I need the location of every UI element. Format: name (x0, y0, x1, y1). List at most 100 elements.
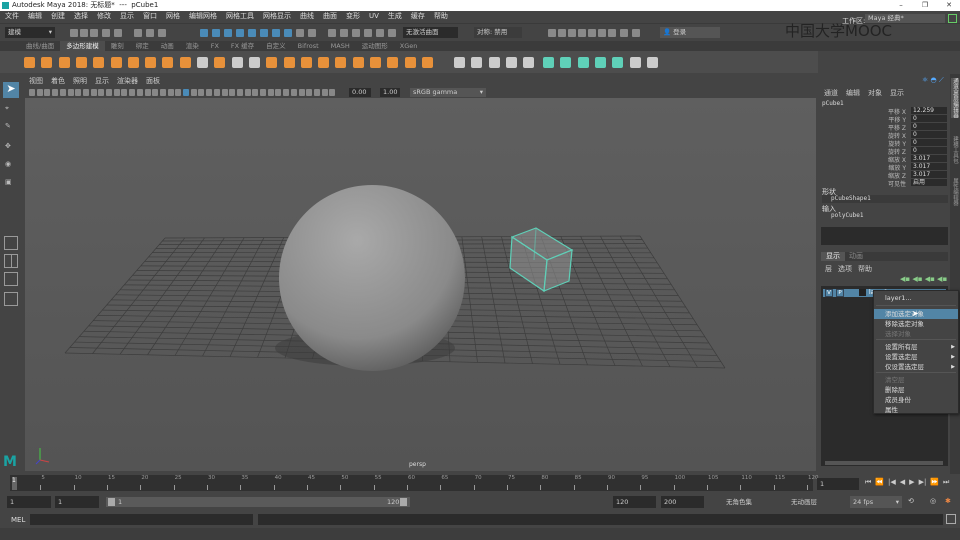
shelf-tool-icon[interactable] (179, 57, 191, 68)
menu-item[interactable]: 选择 (74, 11, 88, 22)
shelf-tool-icon[interactable] (577, 57, 589, 68)
status-tool-icon[interactable] (598, 29, 606, 37)
shelf-tool-icon[interactable] (370, 57, 381, 68)
ctx-menu-item[interactable]: 成员身份 (874, 395, 958, 405)
shelf-tool-icon[interactable] (404, 57, 416, 68)
menu-item[interactable]: 显示 (120, 11, 134, 22)
select-tool-icon[interactable]: ➤ (3, 82, 19, 98)
shelf-tab[interactable]: FX (205, 41, 225, 51)
viewport-tool-icon[interactable] (190, 89, 197, 96)
status-tool-icon[interactable] (388, 29, 396, 37)
close-button[interactable]: ✕ (938, 0, 960, 11)
viewport-tool-icon[interactable] (183, 89, 189, 96)
playback-toggle[interactable]: P (836, 289, 844, 297)
viewport-tool-icon[interactable] (82, 89, 89, 96)
viewport-tool-icon[interactable] (275, 89, 282, 96)
shelf-tool-icon[interactable] (127, 57, 139, 68)
range-slider[interactable]: 1 120 (106, 497, 410, 507)
menu-item[interactable]: 曲面 (323, 11, 337, 22)
shelf-tool-icon[interactable] (41, 57, 53, 68)
status-tool-icon[interactable] (376, 29, 384, 37)
menu-item[interactable]: 网格工具 (226, 11, 254, 22)
viewport-tool-icon[interactable] (244, 89, 251, 96)
status-tool-icon[interactable] (296, 29, 304, 37)
viewport-tool-icon[interactable] (175, 89, 182, 96)
viewport-tool-icon[interactable] (260, 89, 266, 96)
shelf-tool-icon[interactable] (58, 57, 70, 68)
channel-menu-item[interactable]: 编辑 (846, 88, 860, 98)
shelf-tool-icon[interactable] (248, 57, 260, 68)
input-node[interactable]: polyCube1 (831, 212, 864, 219)
exposure-field[interactable]: 0.00 (349, 88, 371, 97)
gamma-field[interactable]: 1.00 (380, 88, 400, 97)
current-time-marker[interactable]: 1 (12, 477, 17, 490)
shelf-tool-icon[interactable] (110, 57, 122, 68)
viewport-tool-icon[interactable] (206, 89, 213, 96)
viewport-tool-icon[interactable] (221, 89, 228, 96)
viewport-tool-icon[interactable] (98, 89, 105, 96)
viewport-menu-item[interactable]: 面板 (146, 76, 160, 86)
playback-button-icon[interactable]: ◀ (900, 478, 905, 487)
viewport-tool-icon[interactable] (113, 89, 120, 96)
shelf-tool-icon[interactable] (318, 57, 330, 68)
status-tool-icon[interactable] (608, 29, 616, 37)
status-tool-icon[interactable] (158, 29, 166, 37)
shelf-tool-icon[interactable] (197, 57, 208, 68)
menu-item[interactable]: 帮助 (434, 11, 448, 22)
viewport-tool-icon[interactable] (90, 89, 97, 96)
shelf-tool-icon[interactable] (24, 57, 35, 68)
shelf-tab[interactable]: 渲染 (180, 41, 205, 51)
status-tool-icon[interactable] (558, 29, 566, 37)
channel-menu-item[interactable]: 对象 (868, 88, 882, 98)
viewport-tool-icon[interactable] (106, 89, 112, 96)
status-tool-icon[interactable] (248, 29, 256, 37)
menu-item[interactable]: 窗口 (143, 11, 157, 22)
shelf-tool-icon[interactable] (612, 57, 624, 68)
channel-attr-row[interactable]: 平移 Z0 (818, 123, 950, 132)
side-tab[interactable]: 建模工具包 (951, 136, 959, 164)
channel-attr-row[interactable]: 缩放 Y 3.017 (818, 163, 950, 172)
menu-item[interactable]: 编辑网格 (189, 11, 217, 22)
preferences-icon[interactable]: ✱ (945, 497, 951, 505)
shelf-tool-icon[interactable] (352, 57, 364, 68)
shelf-tool-icon[interactable] (543, 57, 555, 68)
shelf-tool-icon[interactable] (93, 57, 105, 68)
anim-layer-dropdown[interactable]: 无动画层 (788, 496, 843, 508)
scale-tool-icon[interactable]: ▣ (5, 178, 17, 186)
attr-value[interactable]: 0 (911, 139, 947, 146)
shelf-tool-icon[interactable] (162, 57, 174, 68)
attr-value[interactable]: 3.017 (911, 171, 947, 178)
viewport-tool-icon[interactable] (167, 89, 174, 96)
range-handle-end[interactable] (400, 498, 407, 506)
shelf-tool-icon[interactable] (145, 57, 157, 68)
shelf-tool-icon[interactable] (505, 57, 517, 68)
status-tool-icon[interactable] (308, 29, 316, 37)
viewport-tool-icon[interactable] (44, 89, 51, 96)
menu-item[interactable]: 文件 (5, 11, 19, 22)
menu-item[interactable]: 网格 (166, 11, 180, 22)
channel-attr-row[interactable]: 平移 Y0 (818, 115, 950, 124)
channel-attr-row[interactable]: 旋转 Z0 (818, 147, 950, 156)
attr-value[interactable]: 启用 (911, 179, 947, 186)
ctx-layer-title[interactable]: layer1... (874, 293, 958, 303)
tab-animation[interactable]: 动画 (849, 252, 863, 261)
menu-item[interactable]: 修改 (97, 11, 111, 22)
time-ruler[interactable]: 1 5 10 15 20 25 30 35 40 45 50 55 60 65 70 75 80 85 90 95 1… (10, 475, 819, 491)
viewport-tool-icon[interactable] (144, 89, 151, 96)
shelf-tool-icon[interactable] (488, 57, 500, 68)
viewport-tool-icon[interactable] (29, 89, 35, 96)
menu-item[interactable]: 网格显示 (263, 11, 291, 22)
viewport-tool-icon[interactable] (213, 89, 220, 96)
viewport-tool-icon[interactable] (36, 89, 43, 96)
shelf-tool-icon[interactable] (595, 57, 606, 68)
viewport-tool-icon[interactable] (121, 89, 128, 96)
menu-item[interactable]: 变形 (346, 11, 360, 22)
move-tool-icon[interactable]: ✥ (5, 142, 17, 150)
viewport-tool-icon[interactable] (306, 89, 313, 96)
status-tool-icon[interactable] (146, 29, 154, 37)
shelf-tool-icon[interactable] (471, 57, 483, 68)
channel-attr-row[interactable]: 平移 X 12.259 (818, 107, 950, 116)
status-tool-icon[interactable] (620, 29, 628, 37)
viewport-persp[interactable]: persp (25, 98, 816, 471)
viewport-tool-icon[interactable] (198, 89, 205, 96)
